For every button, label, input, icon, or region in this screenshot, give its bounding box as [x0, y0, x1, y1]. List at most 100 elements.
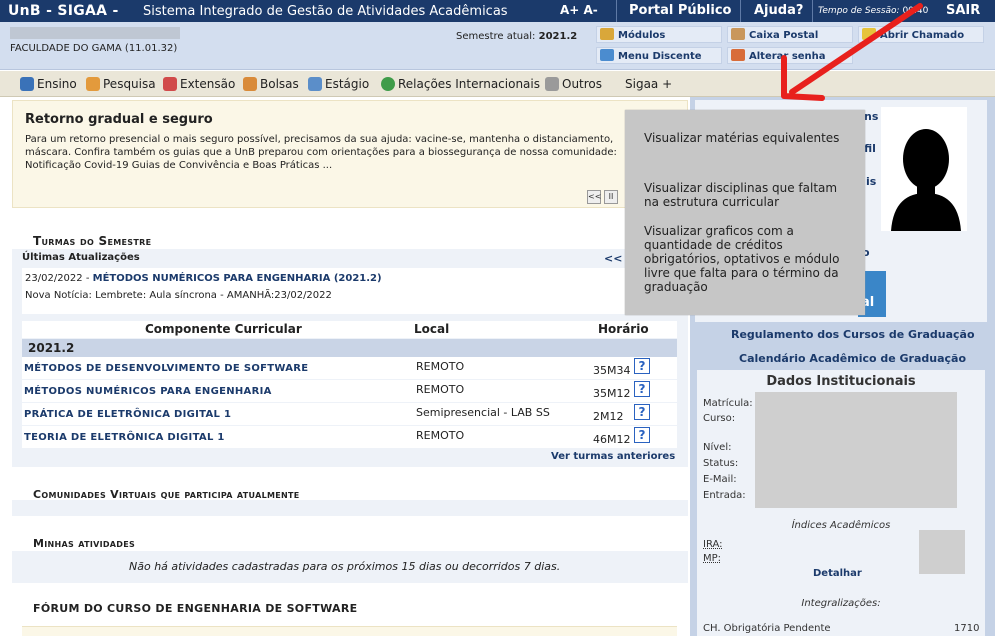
turmas-section-title: Turmas do Semestre [33, 234, 151, 248]
menu-relacoes[interactable]: Relações Internacionais [381, 77, 540, 91]
no-activities-text: Não há atividades cadastradas para os pr… [129, 560, 561, 573]
profile-link-2[interactable]: fil [864, 142, 876, 155]
menu-ensino[interactable]: Ensino [20, 77, 77, 91]
modulos-button[interactable]: Módulos [596, 26, 722, 43]
red-arrow-annotation [781, 3, 923, 101]
ch-obrigatoria-value: 1710 [954, 623, 980, 634]
books-icon [20, 77, 34, 91]
avatar [881, 107, 967, 231]
menu-extensao-label: Extensão [180, 77, 236, 91]
avatar-silhouette-icon [881, 107, 967, 231]
ch-obrigatoria-label: CH. Obrigatória Pendente [703, 623, 831, 634]
label-email: E-Mail: [703, 474, 737, 485]
tooltip-item-equivalentes[interactable]: Visualizar matérias equivalentes [644, 131, 854, 145]
news-panel: Retorno gradual e seguro Para um retorno… [12, 100, 688, 208]
label-entrada: Entrada: [703, 490, 746, 501]
menu-ensino-label: Ensino [37, 77, 77, 91]
user-key-icon [731, 49, 745, 61]
menu-outros-label: Outros [562, 77, 603, 91]
divider [616, 0, 617, 22]
indices-redacted [919, 530, 965, 574]
course-link[interactable]: PRÁTICA DE ELETRÔNICA DIGITAL 1 [24, 409, 231, 420]
menu-bolsas-label: Bolsas [260, 77, 299, 91]
modulos-label: Módulos [618, 30, 666, 41]
regulamento-link[interactable]: Regulamento dos Cursos de Graduação [731, 328, 975, 341]
update-note: Nova Notícia: Lembrete: Aula síncrona - … [25, 290, 332, 301]
table-row: PRÁTICA DE ELETRÔNICA DIGITAL 1 Semipres… [22, 403, 677, 425]
label-ira[interactable]: IRA: [703, 539, 723, 550]
ver-turmas-anteriores-link[interactable]: Ver turmas anteriores [551, 451, 675, 462]
menu-relacoes-label: Relações Internacionais [398, 77, 540, 91]
profile-link-1[interactable]: ns [864, 110, 878, 123]
course-link[interactable]: MÉTODOS NUMÉRICOS PARA ENGENHARIA [24, 386, 272, 397]
help-icon[interactable]: ? [634, 381, 650, 397]
menu-extensao[interactable]: Extensão [163, 77, 235, 91]
news-prev-button[interactable]: << [587, 190, 601, 204]
course-local: Semipresencial - LAB SS [416, 406, 550, 419]
label-status: Status: [703, 458, 739, 469]
course-link[interactable]: MÉTODOS DE DESENVOLVIMENTO DE SOFTWARE [24, 363, 308, 374]
semestre-atual: Semestre atual: 2021.2 [456, 31, 577, 42]
menu-sigaa-plus[interactable]: Sigaa + [625, 77, 672, 91]
label-mp[interactable]: MP: [703, 553, 721, 564]
menu-estagio[interactable]: Estágio [308, 77, 369, 91]
detalhar-link[interactable]: Detalhar [813, 568, 862, 579]
col-horario: Horário [598, 322, 649, 336]
ultimas-atualizacoes-label: Últimas Atualizações [22, 252, 140, 263]
calendario-link[interactable]: Calendário Acadêmico de Graduação [739, 352, 966, 365]
course-horario: 35M12 [593, 387, 631, 400]
turmas-section-title-text: Turmas do Semestre [33, 234, 152, 248]
tooltip-item-disciplinas-faltam[interactable]: Visualizar disciplinas que faltam na est… [644, 181, 844, 209]
menu-estagio-label: Estágio [325, 77, 370, 91]
table-row: TEORIA DE ELETRÔNICA DIGITAL 1 REMOTO 46… [22, 426, 677, 448]
logout-link[interactable]: SAIR [946, 3, 980, 18]
portal-publico-link[interactable]: Portal Público [629, 3, 731, 18]
forum-section-title: FÓRUM DO CURSO DE ENGENHARIA DE SOFTWARE [33, 602, 358, 615]
course-horario: 46M12 [593, 433, 631, 446]
font-size-controls[interactable]: A+ A- [560, 3, 598, 17]
help-icon[interactable]: ? [634, 427, 650, 443]
label-curso: Curso: [703, 413, 736, 424]
minhas-atividades-panel: Não há atividades cadastradas para os pr… [12, 551, 688, 583]
menu-bolsas[interactable]: Bolsas [243, 77, 299, 91]
table-row: MÉTODOS NUMÉRICOS PARA ENGENHARIA REMOTO… [22, 380, 677, 402]
menu-outros[interactable]: Outros [545, 77, 602, 91]
student-data-redacted [755, 392, 957, 508]
tooltip-overlay: Visualizar matérias equivalentes Visuali… [625, 110, 865, 315]
globe-icon [381, 77, 395, 91]
profile-link-3[interactable]: is [866, 175, 876, 188]
course-horario: 2M12 [593, 410, 624, 423]
semester-label: 2021.2 [28, 341, 75, 355]
menu-discente-button[interactable]: Menu Discente [596, 47, 722, 64]
handshake-icon [163, 77, 177, 91]
integralizacoes-label: Integralizações: [801, 598, 881, 609]
menu-discente-icon [600, 49, 614, 61]
label-matricula: Matrícula: [703, 398, 753, 409]
update-line: 23/02/2022 - MÉTODOS NUMÉRICOS PARA ENGE… [25, 273, 382, 284]
course-local: REMOTO [416, 360, 465, 373]
divider [740, 0, 741, 22]
col-componente: Componente Curricular [145, 322, 302, 336]
grid-icon [545, 77, 559, 91]
menu-pesquisa[interactable]: Pesquisa [86, 77, 156, 91]
id-card-icon [308, 77, 322, 91]
faculdade-label: FACULDADE DO GAMA (11.01.32) [10, 43, 178, 54]
ultimas-prev-link[interactable]: << [604, 252, 622, 265]
semestre-value: 2021.2 [538, 31, 578, 42]
app-brand[interactable]: UnB - SIGAA - [8, 3, 119, 19]
news-text: Para um retorno presencial o mais seguro… [25, 134, 617, 171]
semester-group-row: 2021.2 [22, 339, 677, 357]
semestre-label: Semestre atual: [456, 31, 536, 42]
help-icon[interactable]: ? [634, 404, 650, 420]
news-pause-button[interactable]: II [604, 190, 618, 204]
tooltip-item-graficos[interactable]: Visualizar graficos com a quantidade de … [644, 224, 856, 294]
help-icon[interactable]: ? [634, 358, 650, 374]
update-course-link[interactable]: MÉTODOS NUMÉRICOS PARA ENGENHARIA (2021.… [93, 273, 382, 284]
update-date: 23/02/2022 - [25, 273, 90, 284]
table-row: MÉTODOS DE DESENVOLVIMENTO DE SOFTWARE R… [22, 357, 677, 379]
comunidades-panel [12, 500, 688, 516]
news-title: Retorno gradual e seguro [25, 112, 213, 127]
course-local: REMOTO [416, 429, 465, 442]
dados-title: Dados Institucionais [766, 374, 916, 389]
course-link[interactable]: TEORIA DE ELETRÔNICA DIGITAL 1 [24, 432, 225, 443]
